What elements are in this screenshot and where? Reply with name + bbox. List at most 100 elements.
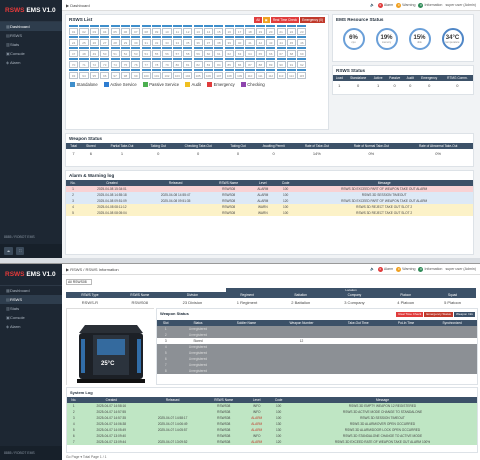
alarm-log-row[interactable]: 5 2025-04-08 08:05:04 RSWS08 WARN 100 RSWS 3D… (66, 210, 473, 216)
emergency-button[interactable]: Emergency (0) (300, 17, 325, 23)
rsws-slot[interactable]: 80 (172, 61, 182, 68)
rsws-slot[interactable]: 85 (224, 61, 234, 68)
rsws-slot[interactable]: 114 (286, 72, 297, 79)
info-notification[interactable]: 0 Information (418, 266, 442, 272)
rsws-slot[interactable]: 35 (183, 39, 193, 46)
sidebar-item-rsws[interactable]: ▤RSWS (0, 31, 62, 40)
alarm-notification[interactable]: 0 Alarm (377, 266, 393, 272)
rsws-slot[interactable]: 78 (152, 61, 162, 68)
rsws-slot[interactable]: 71 (79, 61, 89, 68)
rsws-slot[interactable]: 96 (100, 72, 110, 79)
rsws-slot[interactable]: 60 (203, 50, 214, 57)
rsws-slot[interactable]: 33 (162, 39, 172, 46)
rsws-slot[interactable]: 101 (152, 72, 162, 79)
sidebar-item-console[interactable]: ▣Console (0, 313, 62, 322)
rsws-slot[interactable]: 98 (120, 72, 131, 79)
slot-row[interactable]: 8 Unregistered (157, 368, 477, 374)
rsws-slot[interactable]: 24 (69, 39, 79, 46)
info-notification[interactable]: 0 Information (418, 2, 442, 8)
rsws-slot[interactable]: 93 (69, 72, 79, 79)
rsws-slot[interactable]: 86 (235, 61, 245, 68)
rsws-slot[interactable]: 06 (120, 28, 131, 35)
rsws-slot[interactable]: 46 (297, 39, 307, 46)
rsws-slot[interactable]: 17 (235, 28, 245, 35)
rsws-slot[interactable]: 87 (245, 61, 255, 68)
rsws-slot[interactable]: 41 (245, 39, 255, 46)
rsws-slot[interactable]: 18 (245, 28, 255, 35)
rsws-slot[interactable]: 02 (79, 28, 89, 35)
rsws-slot[interactable]: 109 (235, 72, 245, 79)
sidebar-item-rsws[interactable]: ▤RSWS (0, 295, 62, 304)
rsws-slot[interactable]: 36 (193, 39, 203, 46)
rsws-slot[interactable]: 10 (162, 28, 172, 35)
rsws-slot[interactable]: 48 (79, 50, 89, 57)
rsws-slot[interactable]: 11 (172, 28, 182, 35)
rsws-slot[interactable]: 45 (286, 39, 297, 46)
rsws-slot[interactable]: 104 (183, 72, 193, 79)
rsws-slot[interactable]: 94 (79, 72, 89, 79)
sidebar-item-dashboard[interactable]: ▦Dashboard (0, 286, 62, 295)
rsws-slot[interactable]: 23 (297, 28, 307, 35)
rsws-slot[interactable]: 39 (224, 39, 234, 46)
rsws-slot[interactable]: 82 (193, 61, 203, 68)
rsws-slot[interactable]: 38 (214, 39, 224, 46)
rsws-slot[interactable]: 27 (100, 39, 110, 46)
rsws-slot[interactable]: 74 (110, 61, 120, 68)
rsws-slot[interactable]: 92 (297, 61, 307, 68)
rsws-slot[interactable]: 99 (131, 72, 141, 79)
rsws-slot[interactable]: 32 (152, 39, 162, 46)
warning-notification[interactable]: 0 Warning (396, 266, 415, 272)
sidebar-item-dashboard[interactable]: ▦Dashboard (0, 22, 62, 31)
rsws-slot[interactable]: 07 (131, 28, 141, 35)
rsws-slot[interactable]: 81 (183, 61, 193, 68)
rsws-slot[interactable]: 72 (89, 61, 99, 68)
rsws-slot[interactable]: 14 (203, 28, 214, 35)
rsws-slot[interactable]: 29 (120, 39, 131, 46)
rsws-slot[interactable]: 59 (193, 50, 203, 57)
user-menu[interactable]: super user (Admin) (445, 267, 476, 271)
sidebar-item-stats[interactable]: ▥Stats (0, 40, 62, 49)
rsws-slot[interactable]: 43 (266, 39, 276, 46)
fullscreen-icon[interactable]: ⛶ (16, 247, 25, 255)
rsws-slot[interactable]: 111 (255, 72, 265, 79)
rsws-slot[interactable]: 56 (162, 50, 172, 57)
system-log-row[interactable]: 7 2025-04-07 13:09:44 2025-04-07 13:09:52 R… (67, 439, 477, 445)
pagination[interactable]: Go Page ▾ Total Page 1 / 1 (66, 455, 106, 459)
sidebar-item-stats[interactable]: ▥Stats (0, 304, 62, 313)
rsws-slot[interactable]: 30 (131, 39, 141, 46)
view-toggle-button[interactable]: ▣ (262, 17, 270, 23)
rsws-slot[interactable]: 40 (235, 39, 245, 46)
rsws-slot[interactable]: 54 (141, 50, 151, 57)
rsws-slot[interactable]: 49 (89, 50, 99, 57)
rsws-slot[interactable]: 28 (110, 39, 120, 46)
rsws-slot[interactable]: 57 (172, 50, 182, 57)
rsws-slot[interactable]: 26 (89, 39, 99, 46)
rsws-slot[interactable]: 62 (224, 50, 234, 57)
rsws-slot[interactable]: 91 (286, 61, 297, 68)
rsws-slot[interactable]: 115 (297, 72, 307, 79)
rsws-slot[interactable]: 53 (131, 50, 141, 57)
rsws-slot[interactable]: 03 (89, 28, 99, 35)
rsws-slot[interactable]: 16 (224, 28, 234, 35)
rsws-slot[interactable]: 22 (286, 28, 297, 35)
all-button[interactable]: All (254, 17, 262, 23)
rsws-slot[interactable]: 69 (297, 50, 307, 57)
rsws-slot[interactable]: 108 (224, 72, 234, 79)
rsws-slot[interactable]: 55 (152, 50, 162, 57)
rsws-slot[interactable]: 67 (276, 50, 286, 57)
rsws-slot[interactable]: 84 (214, 61, 224, 68)
sidebar-item-console[interactable]: ▣Console (0, 49, 62, 58)
rsws-slot[interactable]: 15 (214, 28, 224, 35)
rsws-slot[interactable]: 100 (141, 72, 151, 79)
rsws-slot[interactable]: 105 (193, 72, 203, 79)
rsws-slot[interactable]: 61 (214, 50, 224, 57)
rsws-slot[interactable]: 88 (255, 61, 265, 68)
rsws-slot[interactable]: 21 (276, 28, 286, 35)
rsws-slot[interactable]: 34 (172, 39, 182, 46)
rsws-slot[interactable]: 112 (266, 72, 276, 79)
rsws-slot[interactable]: 13 (193, 28, 203, 35)
rsws-slot[interactable]: 47 (69, 50, 79, 57)
rsws-slot[interactable]: 31 (141, 39, 151, 46)
rsws-slot[interactable]: 75 (120, 61, 131, 68)
rsws-slot[interactable]: 89 (266, 61, 276, 68)
